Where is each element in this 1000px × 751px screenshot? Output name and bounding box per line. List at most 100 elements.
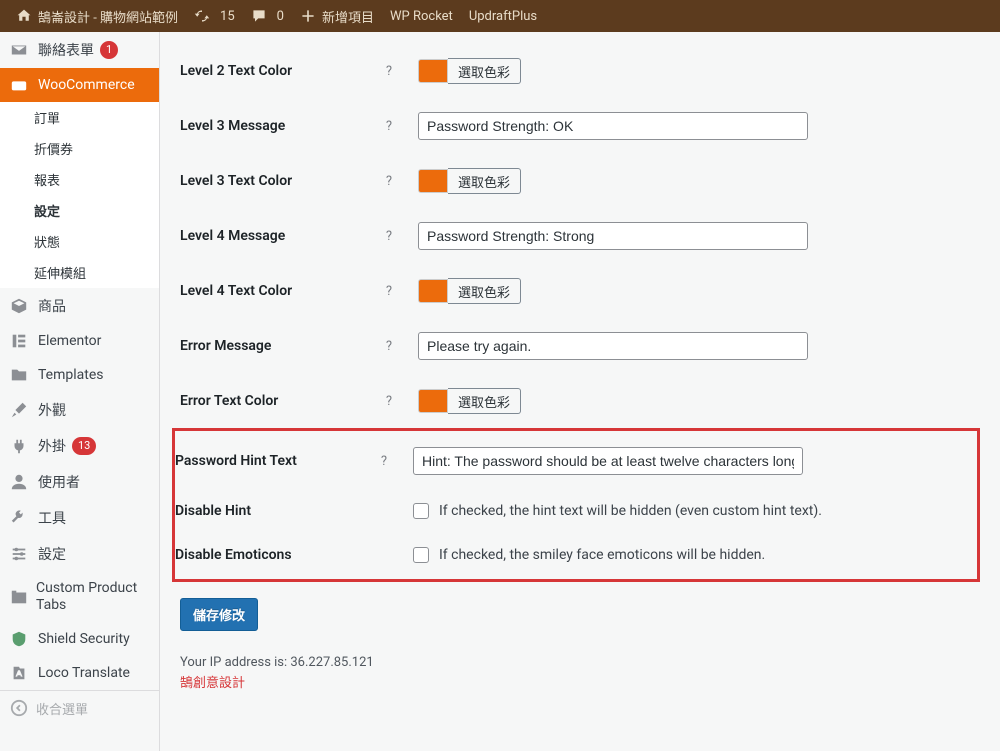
row-level3-message: Level 3 Message ?: [180, 98, 980, 154]
sidebar-item-plugins[interactable]: 外掛 13: [0, 428, 159, 464]
row-level3-text-color: Level 3 Text Color ? 選取色彩: [180, 154, 980, 208]
sidebar-item-products[interactable]: 商品: [0, 288, 159, 324]
wp-rocket-link[interactable]: WP Rocket: [382, 0, 461, 32]
label: Level 2 Text Color: [180, 63, 380, 79]
updraftplus-link[interactable]: UpdraftPlus: [461, 0, 545, 32]
submenu-coupons[interactable]: 折價券: [0, 133, 159, 164]
comments-link[interactable]: 0: [243, 0, 292, 32]
color-swatch[interactable]: [418, 279, 448, 303]
row-password-hint-text: Password Hint Text ?: [175, 433, 969, 489]
refresh-icon: [194, 8, 210, 24]
disable-hint-checkbox[interactable]: [413, 503, 429, 519]
level3-message-input[interactable]: [418, 112, 808, 140]
collapse-menu[interactable]: 收合選單: [0, 690, 159, 726]
row-level4-message: Level 4 Message ?: [180, 208, 980, 264]
submenu-extensions[interactable]: 延伸模組: [0, 257, 159, 288]
sidebar-item-shield-security[interactable]: Shield Security: [0, 622, 159, 656]
site-link[interactable]: 鵠崙設計 - 購物網站範例: [8, 0, 186, 32]
site-name: 鵠崙設計 - 購物網站範例: [38, 7, 178, 26]
collapse-icon: [10, 699, 28, 717]
label: Level 4 Message: [180, 228, 380, 244]
label: Level 4 Text Color: [180, 283, 380, 299]
sidebar-item-settings[interactable]: 設定: [0, 536, 159, 572]
admin-sidebar: 聯絡表單 1 WooCommerce 訂單 折價券 報表 設定 狀態 延伸模組 …: [0, 32, 160, 751]
help-icon[interactable]: ?: [380, 64, 398, 79]
select-color-button[interactable]: 選取色彩: [448, 168, 521, 194]
help-icon[interactable]: ?: [375, 454, 393, 469]
help-icon[interactable]: ?: [380, 339, 398, 354]
badge: 13: [72, 437, 96, 455]
ip-address-text: Your IP address is: 36.227.85.121: [180, 653, 980, 674]
comment-icon: [251, 8, 267, 24]
elementor-icon: [10, 332, 30, 350]
error-message-input[interactable]: [418, 332, 808, 360]
sidebar-item-elementor[interactable]: Elementor: [0, 324, 159, 358]
translate-icon: [10, 664, 30, 682]
updates-count: 15: [220, 9, 235, 24]
color-swatch[interactable]: [418, 169, 448, 193]
help-icon[interactable]: ?: [380, 284, 398, 299]
help-icon[interactable]: ?: [380, 229, 398, 244]
submenu-status[interactable]: 狀態: [0, 226, 159, 257]
highlighted-section: Password Hint Text ? Disable Hint If che…: [172, 428, 980, 582]
checkbox-description: If checked, the smiley face emoticons wi…: [439, 547, 765, 563]
woocommerce-submenu: 訂單 折價券 報表 設定 狀態 延伸模組: [0, 102, 159, 288]
folder-icon: [10, 366, 30, 384]
updates-link[interactable]: 15: [186, 0, 243, 32]
sidebar-item-appearance[interactable]: 外觀: [0, 392, 159, 428]
submenu-orders[interactable]: 訂單: [0, 102, 159, 133]
level4-message-input[interactable]: [418, 222, 808, 250]
woo-icon: [10, 76, 30, 94]
color-swatch[interactable]: [418, 389, 448, 413]
footer-text: Your IP address is: 36.227.85.121 鵠創意設計: [180, 653, 980, 695]
shield-icon: [10, 630, 30, 648]
submenu-settings[interactable]: 設定: [0, 195, 159, 226]
new-content-link[interactable]: 新增項目: [292, 0, 382, 32]
admin-bar: 鵠崙設計 - 購物網站範例 15 0 新增項目 WP Rocket Updraf…: [0, 0, 1000, 32]
label: Level 3 Message: [180, 118, 380, 134]
save-button[interactable]: 儲存修改: [180, 598, 258, 631]
tabs-icon: [10, 588, 28, 606]
label: Error Text Color: [180, 393, 380, 409]
plus-icon: [300, 8, 316, 24]
credit-link[interactable]: 鵠創意設計: [180, 676, 245, 691]
row-level2-text-color: Level 2 Text Color ? 選取色彩: [180, 44, 980, 98]
row-error-text-color: Error Text Color ? 選取色彩: [180, 374, 980, 428]
sidebar-item-tools[interactable]: 工具: [0, 500, 159, 536]
help-icon[interactable]: ?: [380, 174, 398, 189]
user-icon: [10, 473, 30, 491]
select-color-button[interactable]: 選取色彩: [448, 388, 521, 414]
select-color-button[interactable]: 選取色彩: [448, 278, 521, 304]
label: Disable Hint: [175, 503, 375, 519]
brush-icon: [10, 401, 30, 419]
color-swatch[interactable]: [418, 59, 448, 83]
submenu-reports[interactable]: 報表: [0, 164, 159, 195]
sidebar-item-users[interactable]: 使用者: [0, 464, 159, 500]
password-hint-input[interactable]: [413, 447, 803, 475]
box-icon: [10, 297, 30, 315]
sidebar-item-contact-form[interactable]: 聯絡表單 1: [0, 32, 159, 68]
label: Password Hint Text: [175, 453, 375, 469]
sliders-icon: [10, 545, 30, 563]
row-error-message: Error Message ?: [180, 318, 980, 374]
select-color-button[interactable]: 選取色彩: [448, 58, 521, 84]
badge: 1: [100, 41, 118, 59]
disable-emoticons-checkbox[interactable]: [413, 547, 429, 563]
plug-icon: [10, 437, 30, 455]
checkbox-description: If checked, the hint text will be hidden…: [439, 503, 822, 519]
row-level4-text-color: Level 4 Text Color ? 選取色彩: [180, 264, 980, 318]
help-icon[interactable]: ?: [380, 394, 398, 409]
main-content: Level 2 Text Color ? 選取色彩 Level 3 Messag…: [160, 32, 1000, 751]
sidebar-item-templates[interactable]: Templates: [0, 358, 159, 392]
row-disable-emoticons: Disable Emoticons If checked, the smiley…: [175, 533, 969, 577]
label: Level 3 Text Color: [180, 173, 380, 189]
sidebar-item-woocommerce[interactable]: WooCommerce: [0, 68, 159, 102]
sidebar-item-loco-translate[interactable]: Loco Translate: [0, 656, 159, 690]
help-icon[interactable]: ?: [380, 119, 398, 134]
home-icon: [16, 8, 32, 24]
label: Disable Emoticons: [175, 547, 375, 563]
sidebar-item-custom-product-tabs[interactable]: Custom Product Tabs: [0, 572, 159, 622]
wrench-icon: [10, 509, 30, 527]
comments-count: 0: [277, 9, 284, 24]
label: Error Message: [180, 338, 380, 354]
